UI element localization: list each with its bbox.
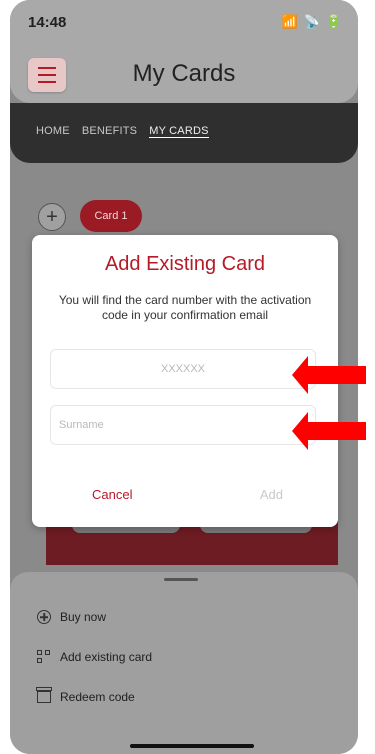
signal-icon: 📶 bbox=[281, 14, 298, 29]
sheet-item-label: Redeem code bbox=[60, 690, 135, 704]
home-indicator bbox=[130, 744, 254, 748]
gift-icon bbox=[36, 687, 52, 705]
sheet-item-label: Buy now bbox=[60, 610, 107, 624]
card-code-input[interactable]: XXXXXX bbox=[50, 349, 316, 389]
card-pill[interactable]: Card 1 bbox=[80, 200, 142, 232]
status-time: 14:48 bbox=[28, 13, 67, 31]
qr-add-icon bbox=[36, 649, 52, 665]
sheet-item-redeem-code[interactable]: Redeem code bbox=[36, 687, 135, 705]
status-icons: 📶 📡 🔋 bbox=[281, 14, 342, 30]
navbar: HOME BENEFITS MY CARDS bbox=[10, 103, 358, 163]
add-button[interactable]: Add bbox=[260, 487, 283, 502]
surname-input[interactable]: Surname bbox=[50, 405, 316, 445]
nav-home[interactable]: HOME bbox=[36, 125, 70, 138]
dialog-message: You will find the card number with the a… bbox=[58, 293, 312, 322]
annotation-arrow-surname-input bbox=[292, 412, 366, 450]
wifi-icon: 📡 bbox=[303, 14, 320, 29]
annotation-arrow-code-input bbox=[292, 356, 366, 394]
status-bar: 14:48 📶 📡 🔋 bbox=[10, 0, 358, 44]
dialog-title: Add Existing Card bbox=[104, 253, 266, 275]
nav-benefits[interactable]: BENEFITS bbox=[82, 125, 137, 138]
sheet-item-label: Add existing card bbox=[60, 650, 153, 664]
sheet-handle[interactable] bbox=[164, 578, 198, 581]
battery-icon: 🔋 bbox=[325, 14, 342, 29]
dialog-actions: Cancel Add bbox=[32, 487, 338, 502]
nav-links: HOME BENEFITS MY CARDS bbox=[36, 125, 209, 138]
nav-my-cards[interactable]: MY CARDS bbox=[149, 125, 209, 138]
circle-plus-icon bbox=[36, 609, 52, 625]
sheet-item-buy-now[interactable]: Buy now bbox=[36, 609, 106, 625]
sheet-item-add-existing-card[interactable]: Add existing card bbox=[36, 649, 152, 665]
add-card-button[interactable]: + bbox=[38, 203, 66, 231]
cancel-button[interactable]: Cancel bbox=[92, 487, 132, 502]
page-title: My Cards bbox=[132, 60, 236, 87]
